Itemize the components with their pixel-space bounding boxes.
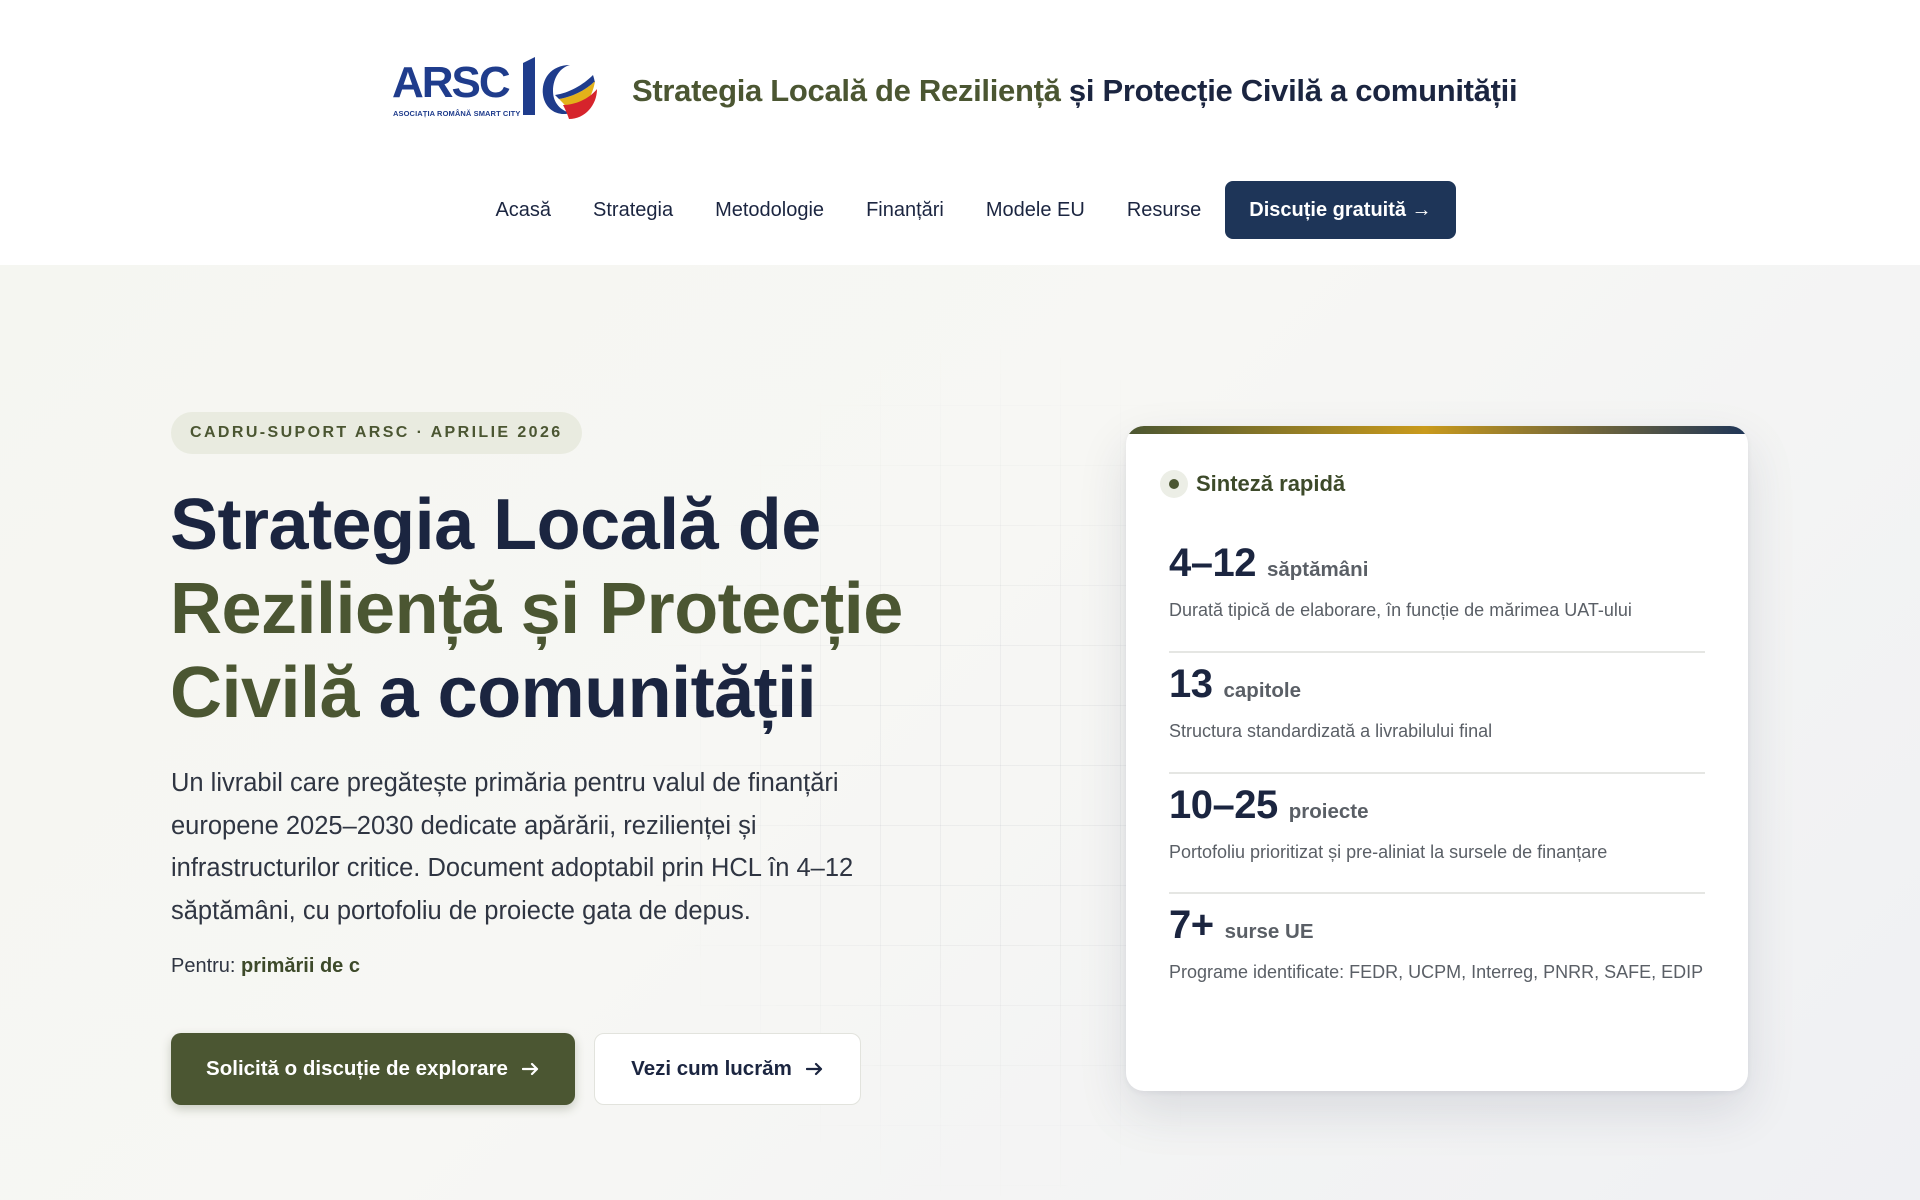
- site-title-part1: Strategia Locală de Reziliență: [632, 73, 1061, 108]
- stat-value: 7+: [1169, 903, 1214, 947]
- stat-unit: capitole: [1223, 679, 1301, 702]
- brand-row: ARSC ASOCIAȚIA ROMÂNĂ SMART CITY Strateg…: [390, 55, 1518, 127]
- nav-item-resurse[interactable]: Resurse: [1127, 199, 1201, 222]
- summary-heading-label: Sinteză rapidă: [1196, 471, 1346, 496]
- summary-heading: Sinteză rapidă: [1160, 470, 1345, 498]
- divider: [1169, 651, 1705, 653]
- arrow-right-icon: [805, 1062, 822, 1076]
- stat-description: Structura standardizată a livrabilului f…: [1169, 721, 1493, 741]
- stat-unit: surse UE: [1224, 920, 1314, 943]
- stat-unit: săptămâni: [1266, 558, 1369, 581]
- hero-title-line1: Strategia Locală de: [170, 485, 821, 565]
- site-title: Strategia Locală de Reziliență și Protec…: [632, 73, 1518, 109]
- hero-section: CADRU-SUPORT ARSC · APRILIE 2026 Strateg…: [0, 265, 1920, 1200]
- main-nav: Acasă Strategia Metodologie Finanțări Mo…: [0, 181, 1920, 239]
- how-we-work-label: Vezi cum lucrăm: [631, 1057, 792, 1080]
- logo-subtitle: ASOCIAȚIA ROMÂNĂ SMART CITY: [393, 109, 521, 118]
- stat-value: 10–25: [1169, 783, 1278, 827]
- logo-10-emblem: [523, 57, 597, 119]
- nav-item-acasa[interactable]: Acasă: [495, 199, 551, 222]
- summary-card: Sinteză rapidă 4–12 săptămâni Durată tip…: [1126, 426, 1748, 1091]
- arrow-right-icon: [521, 1062, 539, 1076]
- stat-item: 4–12 săptămâni Durată tipică de elaborar…: [1169, 541, 1705, 625]
- nav-item-metodologie[interactable]: Metodologie: [715, 199, 824, 222]
- status-dot-icon: [1160, 470, 1188, 498]
- audience-label: Pentru:: [171, 955, 236, 977]
- stat-description: Portofoliu prioritizat și pre-aliniat la…: [1169, 842, 1608, 862]
- free-discussion-button[interactable]: Discuție gratuită →: [1225, 181, 1456, 239]
- stat-item: 13 capitole Structura standardizată a li…: [1169, 662, 1705, 746]
- stat-description: Programe identificate: FEDR, UCPM, Inter…: [1169, 962, 1704, 982]
- logo-text: ARSC: [392, 58, 511, 107]
- divider: [1169, 892, 1705, 894]
- stat-item: 10–25 proiecte Portofoliu prioritizat și…: [1169, 783, 1705, 867]
- hero-title-line3-part1: Civilă: [170, 653, 360, 733]
- nav-item-strategia[interactable]: Strategia: [593, 199, 673, 222]
- hero-title: Strategia Locală de Reziliență și Protec…: [170, 483, 990, 735]
- how-we-work-button[interactable]: Vezi cum lucrăm: [594, 1033, 861, 1105]
- audience-line: Pentru: primării de c: [171, 955, 360, 978]
- audience-value: primării de c: [241, 955, 360, 977]
- hero-description: Un livrabil care pregătește primăria pen…: [171, 769, 854, 925]
- request-discussion-button[interactable]: Solicită o discuție de explorare: [171, 1033, 575, 1105]
- card-accent-bar: [1126, 426, 1748, 434]
- stat-item: 7+ surse UE Programe identificate: FEDR,…: [1169, 903, 1705, 987]
- site-header: ARSC ASOCIAȚIA ROMÂNĂ SMART CITY Strateg…: [0, 0, 1920, 265]
- request-discussion-label: Solicită o discuție de explorare: [206, 1057, 508, 1080]
- stat-unit: proiecte: [1288, 800, 1369, 823]
- nav-item-finantari[interactable]: Finanțări: [866, 199, 944, 222]
- hero-title-line2: Reziliență și Protecție: [170, 569, 903, 649]
- eyebrow-badge: CADRU-SUPORT ARSC · APRILIE 2026: [171, 412, 582, 454]
- nav-item-modele-eu[interactable]: Modele EU: [986, 199, 1085, 222]
- hero-title-line3-part2: a comunității: [378, 653, 817, 733]
- arsc-logo[interactable]: ARSC ASOCIAȚIA ROMÂNĂ SMART CITY: [390, 55, 600, 127]
- stat-value: 13: [1169, 662, 1213, 706]
- divider: [1169, 772, 1705, 774]
- stat-description: Durată tipică de elaborare, în funcție d…: [1169, 600, 1632, 620]
- site-title-part2: și Protecție Civilă a comunității: [1068, 73, 1518, 108]
- stat-value: 4–12: [1169, 541, 1256, 585]
